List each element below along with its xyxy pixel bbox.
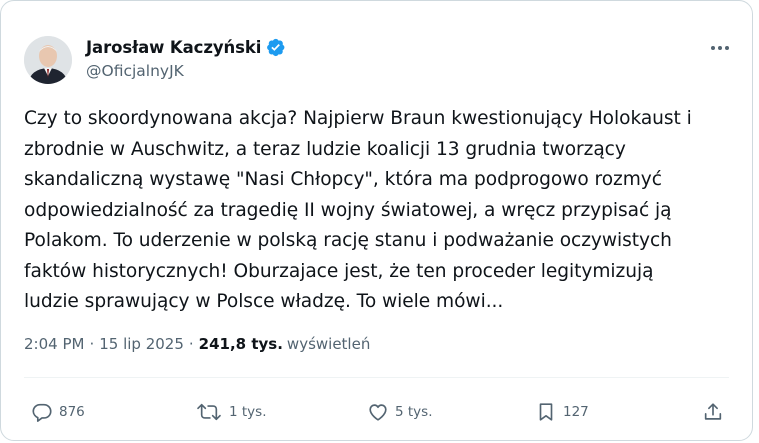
reply-button[interactable]: 876	[31, 394, 85, 430]
meta-separator: ·	[188, 335, 194, 353]
tweet-date[interactable]: 15 lip 2025	[99, 335, 184, 353]
author-handle[interactable]: @OficjalnyJK	[86, 62, 184, 80]
author-name[interactable]: Jarosław Kaczyński	[86, 38, 261, 57]
views-label: wyświetleń	[286, 335, 371, 353]
share-icon	[704, 403, 722, 420]
tweet-meta: 2:04 PM · 15 lip 2025 · 241,8 tys. wyświ…	[24, 335, 370, 353]
bookmark-button[interactable]: 127	[535, 394, 589, 430]
tweet-card: Jarosław Kaczyński @OficjalnyJK Czy to s…	[0, 0, 753, 441]
tweet-text: Czy to skoordynowana akcja? Najpierw Bra…	[24, 108, 692, 312]
author-name-row: Jarosław Kaczyński	[86, 37, 286, 58]
more-options-button[interactable]	[707, 38, 733, 58]
bookmark-icon	[539, 403, 553, 421]
like-button[interactable]: 5 tys.	[367, 394, 433, 430]
bookmark-count: 127	[563, 404, 589, 420]
share-button[interactable]	[702, 394, 724, 430]
tweet-time[interactable]: 2:04 PM	[24, 335, 84, 353]
avatar-portrait	[24, 36, 72, 84]
avatar[interactable]	[24, 36, 72, 84]
repost-icon	[197, 403, 221, 421]
like-count: 5 tys.	[395, 404, 433, 420]
reply-count: 876	[59, 404, 85, 420]
repost-button[interactable]: 1 tys.	[195, 394, 267, 430]
heart-icon	[369, 404, 387, 421]
reply-icon	[32, 403, 52, 422]
action-bar: 876 1 tys. 5 tys. 127	[1, 394, 754, 430]
views-count: 241,8 tys.	[198, 335, 283, 353]
divider	[24, 377, 729, 378]
more-horizontal-icon	[711, 46, 729, 50]
verified-badge-icon	[265, 37, 286, 58]
repost-count: 1 tys.	[229, 404, 267, 420]
meta-separator: ·	[89, 335, 95, 353]
